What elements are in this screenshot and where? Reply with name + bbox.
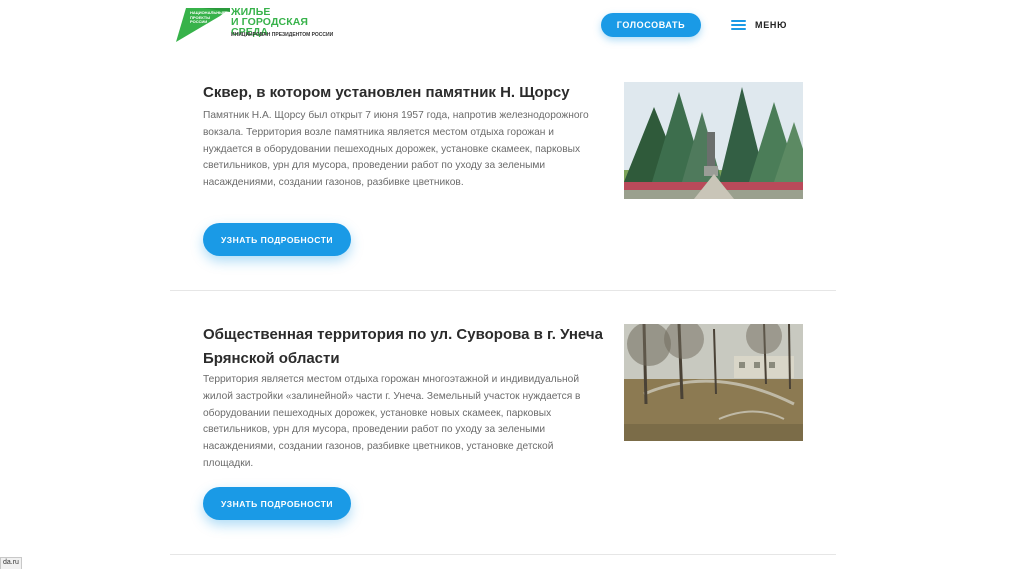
hamburger-icon	[731, 19, 746, 31]
logo-caption: НАЦИОНАЛЬНЫЕ ПРОЕКТЫ РОССИИ	[190, 10, 226, 24]
territory-card: Сквер, в котором установлен памятник Н. …	[170, 80, 836, 292]
section-divider	[170, 290, 836, 291]
logo[interactable]: НАЦИОНАЛЬНЫЕ ПРОЕКТЫ РОССИИ ЖИЛЬЕ И ГОРО…	[176, 6, 336, 44]
menu-button[interactable]: МЕНЮ	[731, 17, 787, 33]
territory-description: Памятник Н.А. Щорсу был открыт 7 июня 19…	[203, 110, 589, 189]
menu-label: МЕНЮ	[755, 20, 788, 30]
territory-title: Сквер, в котором установлен памятник Н. …	[203, 84, 570, 101]
park-monument-image	[624, 82, 803, 199]
territory-description: Территория является местом отдыха горожа…	[203, 374, 581, 469]
details-button[interactable]: УЗНАТЬ ПОДРОБНОСТИ	[203, 223, 351, 256]
vote-button[interactable]: ГОЛОСОВАТЬ	[601, 13, 701, 37]
courtyard-image	[624, 324, 803, 441]
details-button[interactable]: УЗНАТЬ ПОДРОБНОСТИ	[203, 487, 351, 520]
territory-title: Общественная территория по ул. Суворова …	[203, 326, 603, 367]
section-divider	[170, 554, 836, 555]
territory-photo[interactable]	[624, 324, 803, 441]
territory-photo[interactable]	[624, 82, 803, 199]
status-bar-url: da.ru	[0, 557, 22, 569]
logo-subtitle: ИНИЦИИРОВАН ПРЕЗИДЕНТОМ РОССИИ	[231, 32, 334, 38]
territory-card: Общественная территория по ул. Суворова …	[170, 322, 836, 558]
site-header: НАЦИОНАЛЬНЫЕ ПРОЕКТЫ РОССИИ ЖИЛЬЕ И ГОРО…	[0, 0, 1010, 52]
